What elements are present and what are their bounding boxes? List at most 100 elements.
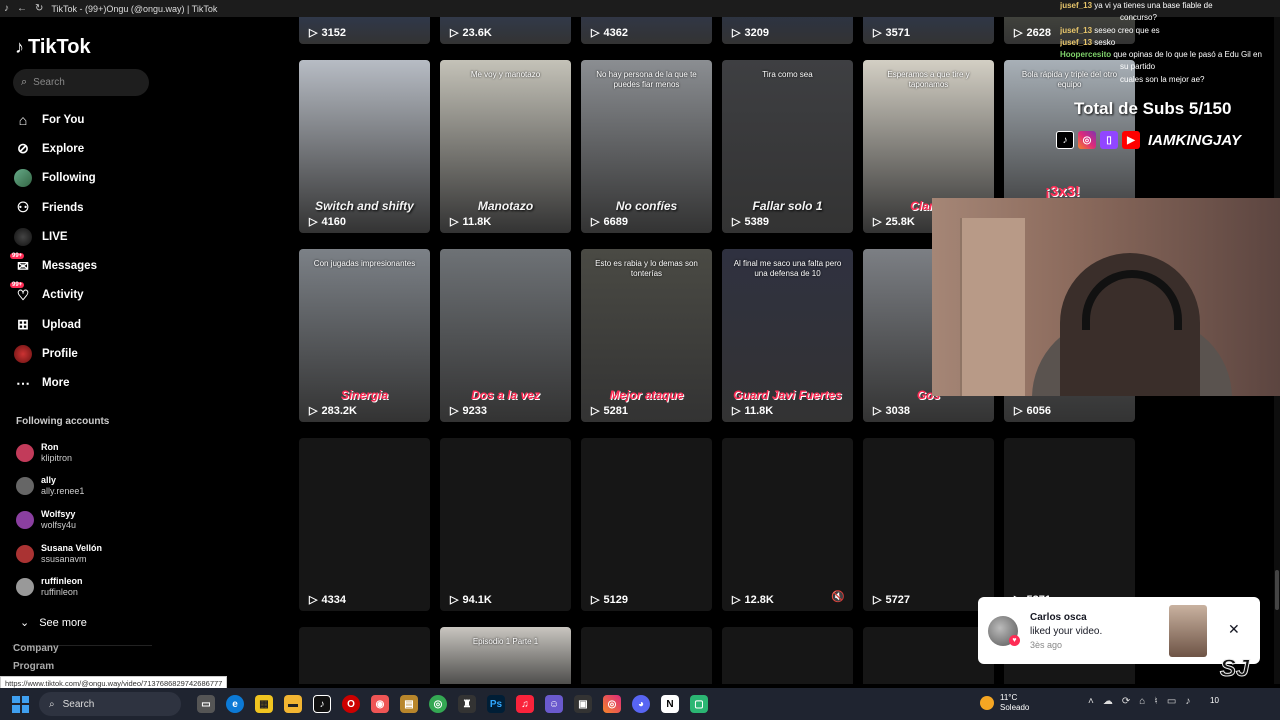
following-account-item[interactable]: ally ally.renee1 xyxy=(16,470,102,504)
sidebar-item-following[interactable]: Following xyxy=(14,164,194,193)
network-icon[interactable]: ⌂ xyxy=(1139,696,1145,707)
social-icons-row: ♪ ◎ ▯ ▶ IAMKINGJAY xyxy=(1056,131,1241,149)
music-icon[interactable]: ♫ xyxy=(516,695,534,713)
view-count-value: 3152 xyxy=(321,26,346,39)
upload-icon: ⊞ xyxy=(17,316,29,333)
app-orange-icon[interactable]: ◉ xyxy=(371,695,389,713)
sidebar-item-label: More xyxy=(42,377,70,390)
speaker-icon[interactable]: ♪ xyxy=(1185,696,1190,707)
video-card[interactable]: ▷ 4362 xyxy=(581,17,712,44)
like-notification-toast[interactable]: ♥ Carlos osca liked your video. 3ès ago … xyxy=(978,597,1260,664)
video-card[interactable]: ▷ 94.1K xyxy=(440,438,571,611)
video-card[interactable]: ▷ 5129 xyxy=(581,438,712,611)
video-card[interactable]: Switch and shifty ▷ 4160 xyxy=(299,60,430,233)
edge-icon[interactable]: e xyxy=(226,695,244,713)
sidebar-item-upload[interactable]: ⊞ Upload xyxy=(14,310,194,339)
app-green-icon[interactable]: ▢ xyxy=(690,695,708,713)
video-card[interactable]: Dos a la vez ▷ 9233 xyxy=(440,249,571,422)
following-account-item[interactable]: Ron klipitron xyxy=(16,436,102,470)
mute-icon[interactable]: 🔇 xyxy=(831,590,845,603)
search-placeholder: Search xyxy=(33,77,65,88)
video-card[interactable]: ▷ 5727 xyxy=(863,438,994,611)
following-account-item[interactable]: Wolfsyy wolfsy4u xyxy=(16,503,102,537)
video-card[interactable]: No hay persona de la que te puedes fiar … xyxy=(581,60,712,233)
video-card[interactable]: Episodio 1 Parte 1 xyxy=(440,627,571,684)
play-icon: ▷ xyxy=(1014,405,1023,417)
opera-icon[interactable]: O xyxy=(342,695,360,713)
photoshop-icon[interactable]: Ps xyxy=(487,695,505,713)
see-more-button[interactable]: ⌄ See more xyxy=(20,616,87,630)
video-card[interactable]: Tira como sea Fallar solo 1 ▷ 5389 xyxy=(722,60,853,233)
video-card[interactable]: ▷ 4334 xyxy=(299,438,430,611)
microphone-icon[interactable]: ♮ xyxy=(1154,696,1158,707)
tiktok-app-icon[interactable]: ♪ xyxy=(313,695,331,713)
sidebar-item-profile[interactable]: Profile xyxy=(14,339,194,368)
folder-icon[interactable]: ▤ xyxy=(400,695,418,713)
cloud-icon[interactable]: ☁ xyxy=(1103,696,1113,707)
video-card[interactable]: ▷5371 xyxy=(1004,438,1135,611)
video-card[interactable]: Con jugadas impresionantes Sinergia ▷ 283.2… xyxy=(299,249,430,422)
chat-message: jusef_13 sesko xyxy=(1060,37,1280,49)
home-icon: ⌂ xyxy=(18,111,28,128)
video-card[interactable] xyxy=(863,627,994,684)
footer-link-program[interactable]: Program xyxy=(13,661,54,672)
sidebar-item-messages[interactable]: ✉ 99+ Messages xyxy=(10,251,194,280)
close-icon[interactable]: ✕ xyxy=(1228,621,1240,638)
tiktok-logo[interactable]: ♪ TikTok xyxy=(15,36,91,59)
sidebar-item-for-you[interactable]: ⌂ For You xyxy=(14,105,194,134)
notion-icon[interactable]: N xyxy=(661,695,679,713)
scrollbar-thumb[interactable] xyxy=(1275,570,1279,610)
sidebar-item-explore[interactable]: ⊘ Explore xyxy=(14,134,194,163)
sidebar-item-activity[interactable]: ♡ 99+ Activity xyxy=(10,281,194,310)
following-account-item[interactable]: Susana Vellón ssusanavm xyxy=(16,537,102,571)
sidebar-item-live[interactable]: LIVE xyxy=(14,222,194,251)
window-title: TikTok - (99+)Ongu (@ongu.way) | TikTok xyxy=(51,3,218,14)
discord-icon[interactable]: ◕ xyxy=(632,695,650,713)
footer-link-company[interactable]: Company xyxy=(13,643,59,654)
video-card[interactable]: Esperando la ocasión oportuna▷3209 xyxy=(722,17,853,44)
video-caption: Episodio 1 Parte 1 xyxy=(472,637,539,646)
taskbar-search-input[interactable]: ⌕ Search xyxy=(39,692,181,716)
instagram-app-icon[interactable]: ◎ xyxy=(603,695,621,713)
video-card[interactable]: ▷ 3152 xyxy=(299,17,430,44)
video-card[interactable]: Al final me saco una falta pero una defe… xyxy=(722,249,853,422)
play-icon: ▷ xyxy=(450,27,459,39)
app-avatar-icon[interactable]: ☺ xyxy=(545,695,563,713)
video-card[interactable]: ▷ 3571 xyxy=(863,17,994,44)
file-explorer-icon[interactable]: ▬ xyxy=(284,695,302,713)
search-input[interactable]: ⌕ Search xyxy=(13,69,149,96)
play-icon: ▷ xyxy=(591,594,600,606)
following-account-item[interactable]: ruffinleon ruffinleon xyxy=(16,570,102,604)
video-card[interactable] xyxy=(722,627,853,684)
view-count-value: 3571 xyxy=(885,26,910,39)
app-dark-icon[interactable]: ♜ xyxy=(458,695,476,713)
video-card[interactable]: ▷ 12.8K 🔇 xyxy=(722,438,853,611)
view-count-value: 6056 xyxy=(1026,404,1051,417)
video-caption: Me voy y manotazo xyxy=(470,70,541,79)
sidebar-item-friends[interactable]: ⚇ Friends xyxy=(14,193,194,222)
store-icon[interactable]: ▦ xyxy=(255,695,273,713)
app-gray-icon[interactable]: ▣ xyxy=(574,695,592,713)
chevron-up-icon[interactable]: ˄ xyxy=(1088,696,1094,707)
view-count-value: 94.1K xyxy=(462,593,492,606)
reload-icon[interactable]: ↻ xyxy=(35,3,43,14)
video-card[interactable]: Me voy y manotazo Manotazo ▷ 11.8K xyxy=(440,60,571,233)
video-overlay-title: Fallar solo 1 xyxy=(752,199,823,213)
chrome-icon[interactable]: ◎ xyxy=(429,695,447,713)
taskbar-clock[interactable]: 10 xyxy=(1210,696,1219,705)
task-view-icon[interactable]: ▭ xyxy=(197,695,215,713)
play-icon: ▷ xyxy=(309,216,318,228)
back-arrow-icon[interactable]: ← xyxy=(17,3,27,14)
video-card[interactable] xyxy=(299,627,430,684)
sidebar-item-label: Activity xyxy=(42,289,84,302)
sidebar-item-more[interactable]: ⋯ More xyxy=(14,369,194,398)
windows-start-icon[interactable] xyxy=(12,695,29,713)
video-card[interactable]: Esto es rabia y lo demas son tonterías Me… xyxy=(581,249,712,422)
sync-icon[interactable]: ⟳ xyxy=(1122,696,1130,707)
video-card[interactable]: ▷ 23.6K xyxy=(440,17,571,44)
view-count: ▷ 3152 xyxy=(309,26,346,40)
weather-widget[interactable]: 11°C Soleado xyxy=(980,693,1029,713)
video-card[interactable] xyxy=(581,627,712,684)
toast-video-thumbnail[interactable] xyxy=(1169,605,1207,657)
display-icon[interactable]: ▭ xyxy=(1167,696,1176,707)
